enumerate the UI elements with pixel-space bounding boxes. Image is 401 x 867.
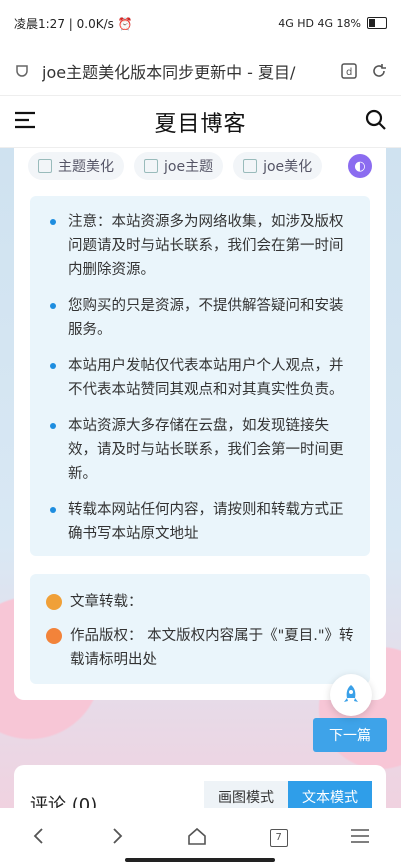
home-icon[interactable] (187, 827, 207, 849)
next-post-button[interactable]: 下一篇 (313, 718, 387, 752)
shield-icon (12, 61, 32, 81)
tag-list: 主题美化 joe主题 joe美化 (28, 148, 323, 184)
reprint-label: 文章转载： (70, 594, 143, 610)
network-info: 4G HD 4G 18% (278, 16, 361, 30)
reader-mode-icon[interactable]: d (339, 61, 359, 81)
bullet-icon (50, 507, 56, 513)
rights-row: 作品版权： 本文版权内容属于《"夏目."》转载请标明出处 (46, 624, 354, 672)
notice-box: 注意：本站资源多为网络收集，如涉及版权问题请及时与站长联系，我们会在第一时间内删… (30, 196, 370, 556)
search-icon[interactable] (365, 109, 387, 135)
bullet-icon (50, 219, 56, 225)
share-icon (46, 628, 62, 644)
notice-item: 注意：本站资源多为网络收集，如涉及版权问题请及时与站长联系，我们会在第一时间内删… (46, 210, 356, 282)
theme-toggle-icon[interactable]: ◐ (348, 154, 372, 178)
tag-label: joe美化 (263, 159, 313, 175)
tag-label: 主题美化 (58, 159, 114, 175)
status-left: 凌晨1:27 | 0.0K/s ⏰ (14, 16, 133, 31)
back-to-top-rocket-icon[interactable] (330, 674, 372, 716)
refresh-icon[interactable] (369, 61, 389, 81)
tag-icon (38, 159, 52, 173)
tag-icon (243, 159, 258, 173)
home-indicator (125, 858, 275, 862)
notice-item: 您购买的只是资源，不提供解答疑问和安装服务。 (46, 294, 356, 342)
menu-icon[interactable] (14, 111, 36, 133)
battery-icon (367, 17, 387, 29)
article-card: 主题美化 joe主题 joe美化 ◐ 注意：本站资源多为网络收集，如涉及版权问题… (14, 148, 386, 700)
bullet-icon (50, 303, 56, 309)
tag-icon (144, 159, 158, 173)
tag-label: joe主题 (164, 159, 214, 175)
browser-menu-icon[interactable] (350, 828, 370, 848)
notice-item: 本站用户发帖仅代表本站用户个人观点，并不代表本站赞同其观点和对其真实性负责。 (46, 354, 356, 402)
svg-text:d: d (346, 67, 352, 78)
status-bar: 凌晨1:27 | 0.0K/s ⏰ 4G HD 4G 18% (0, 0, 401, 46)
browser-url-bar: joe主题美化版本同步更新中 - 夏目/ d (0, 46, 401, 96)
reprint-row: 文章转载： (46, 590, 354, 614)
site-title[interactable]: 夏目博客 (154, 106, 246, 138)
tag-item[interactable]: joe主题 (134, 152, 224, 180)
bullet-icon (50, 363, 56, 369)
link-icon (46, 594, 62, 610)
forward-icon[interactable] (109, 827, 125, 849)
tag-item[interactable]: 主题美化 (28, 152, 124, 180)
notice-item: 本站资源大多存储在云盘，如发现链接失效，请及时与站长联系，我们会第一时间更新。 (46, 414, 356, 486)
site-header: 夏目博客 (0, 96, 401, 148)
rights-text: 作品版权： 本文版权内容属于《"夏目."》转载请标明出处 (70, 628, 354, 668)
notice-item: 转载本网站任何内容，请按则和转载方式正确书写本站原文地址 (46, 498, 356, 546)
copyright-box: 文章转载： 作品版权： 本文版权内容属于《"夏目."》转载请标明出处 (30, 574, 370, 684)
status-right: 4G HD 4G 18% (278, 17, 387, 30)
tabs-icon[interactable]: 7 (269, 828, 288, 847)
bullet-icon (50, 423, 56, 429)
tag-item[interactable]: joe美化 (233, 152, 323, 180)
page-title-in-url[interactable]: joe主题美化版本同步更新中 - 夏目/ (42, 59, 329, 83)
back-icon[interactable] (31, 827, 47, 849)
